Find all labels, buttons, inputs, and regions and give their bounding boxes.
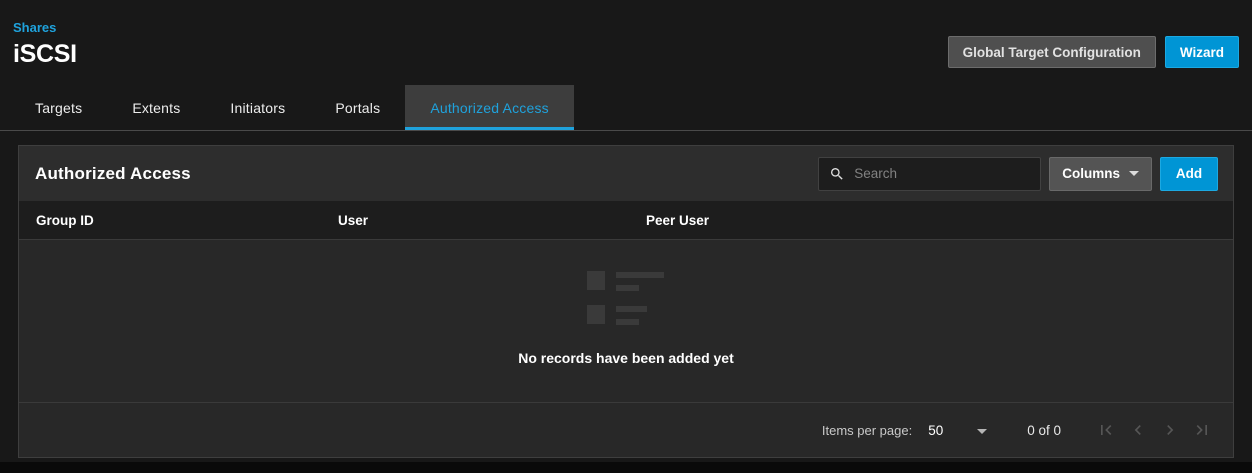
global-target-configuration-button[interactable]: Global Target Configuration	[948, 36, 1156, 68]
page-header: Shares iSCSI Global Target Configuration…	[0, 0, 1252, 85]
column-header-user[interactable]: User	[338, 213, 646, 228]
chevron-right-icon	[1160, 420, 1180, 440]
panel-toolbar: Authorized Access Columns Add	[19, 146, 1233, 201]
page-title: iSCSI	[13, 40, 77, 69]
toolbar-actions: Columns Add	[818, 157, 1218, 191]
chevron-left-icon	[1128, 420, 1148, 440]
panel-title: Authorized Access	[35, 164, 191, 184]
pager-controls	[1093, 417, 1215, 443]
search-box[interactable]	[818, 157, 1041, 191]
empty-list-icon	[587, 271, 665, 325]
items-per-page-label: Items per page:	[822, 423, 912, 438]
last-page-icon	[1192, 420, 1212, 440]
tab-bar: Targets Extents Initiators Portals Autho…	[0, 85, 1252, 131]
column-header-peer-user[interactable]: Peer User	[646, 213, 1216, 228]
search-input[interactable]	[854, 166, 1030, 181]
wizard-button[interactable]: Wizard	[1165, 36, 1239, 68]
add-button[interactable]: Add	[1160, 157, 1218, 191]
columns-button-label: Columns	[1062, 166, 1120, 181]
first-page-icon	[1096, 420, 1116, 440]
next-page-button[interactable]	[1157, 417, 1183, 443]
last-page-button[interactable]	[1189, 417, 1215, 443]
bottom-bar	[0, 462, 1252, 473]
tab-portals[interactable]: Portals	[310, 85, 405, 130]
tab-authorized-access[interactable]: Authorized Access	[405, 85, 574, 130]
search-icon	[829, 166, 845, 182]
previous-page-button[interactable]	[1125, 417, 1151, 443]
columns-button[interactable]: Columns	[1049, 157, 1152, 191]
chevron-down-icon	[977, 429, 987, 434]
column-header-group-id[interactable]: Group ID	[36, 213, 338, 228]
paginator: Items per page: 50 0 of 0	[19, 402, 1233, 457]
tab-targets[interactable]: Targets	[10, 85, 107, 130]
empty-state-message: No records have been added yet	[518, 350, 734, 366]
authorized-access-panel: Authorized Access Columns Add Group ID U…	[18, 145, 1234, 458]
chevron-down-icon	[1129, 171, 1139, 176]
table-body: No records have been added yet	[19, 240, 1233, 402]
table-header-row: Group ID User Peer User	[19, 201, 1233, 240]
page: Shares iSCSI Global Target Configuration…	[0, 0, 1252, 462]
items-per-page-value: 50	[928, 423, 943, 438]
header-actions: Global Target Configuration Wizard	[948, 36, 1239, 85]
first-page-button[interactable]	[1093, 417, 1119, 443]
items-per-page-select[interactable]	[977, 421, 987, 439]
tab-extents[interactable]: Extents	[107, 85, 205, 130]
tab-initiators[interactable]: Initiators	[205, 85, 310, 130]
page-range-label: 0 of 0	[1027, 423, 1061, 438]
breadcrumb-shares[interactable]: Shares	[13, 20, 56, 35]
header-titles: Shares iSCSI	[13, 19, 77, 85]
